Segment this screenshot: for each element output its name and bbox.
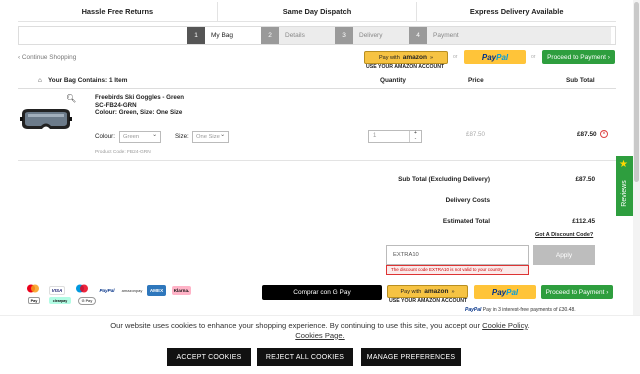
bag-icon: ⌂	[38, 77, 42, 84]
col-price: Price	[468, 77, 484, 84]
amex-icon: AMEX	[147, 285, 166, 296]
googlepay-icon: G Pay	[78, 297, 96, 305]
product-name[interactable]: Freebirds Ski Goggles - Green	[95, 94, 184, 102]
quantity-value: 1	[373, 133, 377, 139]
step-payment[interactable]: 4 Payment	[409, 27, 611, 44]
maestro-icon	[74, 284, 90, 293]
product-image[interactable]	[20, 106, 72, 132]
benefits-bar: Hassle Free Returns Same Day Dispatch Ex…	[18, 2, 616, 22]
col-subtotal: Sub Total	[566, 77, 595, 84]
product-desc: Colour: Green, Size: One Size	[95, 109, 183, 117]
bag-title: Your Bag Contains: 1 Item	[48, 77, 128, 84]
step-label: Payment	[427, 27, 611, 44]
paypal-pay-text: Pay	[491, 287, 507, 297]
colour-select[interactable]: Green	[119, 130, 161, 143]
amazon-pay-button-bottom[interactable]: Pay with amazon »	[387, 285, 468, 298]
qty-minus-button[interactable]: -	[410, 136, 421, 143]
applepay-icon: Pay	[28, 297, 40, 304]
discount-code-input[interactable]: EXTRA10	[386, 245, 529, 265]
manage-preferences-button[interactable]: MANAGE PREFERENCES	[361, 348, 461, 366]
benefit-delivery: Express Delivery Available	[469, 7, 564, 16]
step-number: 2	[261, 27, 279, 44]
star-icon: ★	[619, 159, 628, 170]
benefit-returns: Hassle Free Returns	[18, 2, 218, 21]
size-select[interactable]: One Size	[192, 130, 229, 143]
subtotal-value: £87.50	[575, 176, 595, 183]
visa-icon: VISA	[49, 286, 65, 295]
mastercard-icon	[26, 284, 40, 293]
subtotal-label: Sub Total (Excluding Delivery)	[398, 176, 490, 183]
paypal-later-text: Pay in 3 interest-free payments of £30.4…	[482, 307, 576, 313]
amazon-logo: amazon	[402, 54, 427, 61]
step-label: My Bag	[205, 27, 261, 44]
amazonpay-icon: amazonpay	[121, 288, 143, 293]
amazon-pay-button-top[interactable]: Pay with amazon »	[364, 51, 448, 64]
discount-error-message: The discount code EXTRA10 is not valid t…	[386, 265, 529, 275]
cookies-page-link[interactable]: Cookies Page.	[295, 331, 344, 340]
paypal-button-top[interactable]: Pay Pal	[464, 50, 526, 64]
remove-item-icon[interactable]: ×	[600, 130, 608, 138]
step-label: Delivery	[353, 27, 409, 44]
chevrons-icon: »	[429, 54, 434, 61]
paypal-button-bottom[interactable]: Pay Pal	[474, 285, 536, 299]
step-details[interactable]: 2 Details	[261, 27, 335, 44]
item-subtotal: £87.50	[577, 131, 597, 138]
step-label: Details	[279, 27, 335, 44]
size-label: Size:	[175, 133, 189, 140]
estimated-total-value: £112.45	[572, 218, 595, 225]
reject-cookies-button[interactable]: REJECT ALL COOKIES	[257, 348, 353, 366]
accept-cookies-button[interactable]: ACCEPT COOKIES	[167, 348, 251, 366]
product-info: Freebirds Ski Goggles - Green SC-FB24-GR…	[95, 94, 184, 117]
product-sku: SC-FB24-GRN	[95, 101, 137, 109]
delivery-label: Delivery Costs	[445, 197, 490, 204]
colour-label: Colour:	[95, 133, 115, 140]
col-quantity: Quantity	[380, 77, 406, 84]
continue-shopping-link[interactable]: ‹ Continue Shopping	[18, 54, 76, 61]
reviews-tab[interactable]: ★ Reviews	[616, 156, 633, 216]
paypal-later-brand: PayPal	[465, 307, 482, 313]
cookie-banner: Our website uses cookies to enhance your…	[0, 315, 640, 374]
bag-header: ⌂ Your Bag Contains: 1 Item Quantity Pri…	[18, 75, 616, 89]
item-price: £87.50	[466, 131, 485, 138]
cookie-policy-link[interactable]: Cookie Policy	[482, 321, 527, 330]
or-separator: or	[531, 54, 536, 60]
scrollbar-thumb[interactable]	[634, 2, 639, 182]
paypal-pay-text: Pay	[481, 52, 497, 62]
amazon-logo: amazon	[424, 288, 449, 295]
amazon-pay-with: Pay with	[378, 54, 400, 61]
cookie-message: Our website uses cookies to enhance your…	[110, 321, 530, 340]
cookie-text: Our website uses cookies to enhance your…	[110, 321, 481, 330]
step-number: 4	[409, 27, 427, 44]
or-separator: or	[453, 54, 458, 60]
chevrons-icon: »	[451, 288, 455, 295]
quantity-stepper[interactable]: 1 + -	[368, 130, 422, 143]
paypal-pay-later: PayPal Pay in 3 interest-free payments o…	[465, 307, 576, 313]
amazon-pay-with: Pay with	[400, 288, 422, 295]
step-delivery[interactable]: 3 Delivery	[335, 27, 409, 44]
reviews-label: Reviews	[621, 180, 628, 207]
product-code: Product Code: FB24-GRN	[95, 150, 151, 155]
paypal-pal-text: Pal	[496, 52, 509, 62]
estimated-total-label: Estimated Total	[442, 218, 490, 225]
clearpay-icon: clearpay	[49, 297, 71, 304]
discount-code-link[interactable]: Got A Discount Code?	[535, 232, 593, 238]
step-number: 3	[335, 27, 353, 44]
quantity-controls: + -	[409, 130, 421, 143]
divider	[18, 160, 616, 161]
proceed-to-payment-button-top[interactable]: Proceed to Payment ›	[542, 50, 615, 64]
amazon-caption: USE YOUR AMAZON ACCOUNT	[366, 64, 445, 70]
checkout-steps: 1 My Bag 2 Details 3 Delivery 4 Payment	[18, 26, 616, 45]
paypal-small-icon: PayPal	[99, 288, 115, 293]
step-my-bag[interactable]: 1 My Bag	[187, 27, 261, 44]
google-pay-button[interactable]: Comprar con G Pay	[262, 285, 382, 300]
apply-discount-button[interactable]: Apply	[533, 245, 595, 265]
benefit-dispatch: Same Day Dispatch	[218, 2, 418, 21]
paypal-pal-text: Pal	[506, 287, 519, 297]
proceed-to-payment-button-bottom[interactable]: Proceed to Payment ›	[541, 285, 613, 299]
amazon-caption: USE YOUR AMAZON ACCOUNT	[389, 298, 468, 304]
zoom-magnifier-icon[interactable]: 🔍︎	[66, 94, 76, 103]
step-number: 1	[187, 27, 205, 44]
klarna-icon: Klarna.	[172, 286, 191, 295]
